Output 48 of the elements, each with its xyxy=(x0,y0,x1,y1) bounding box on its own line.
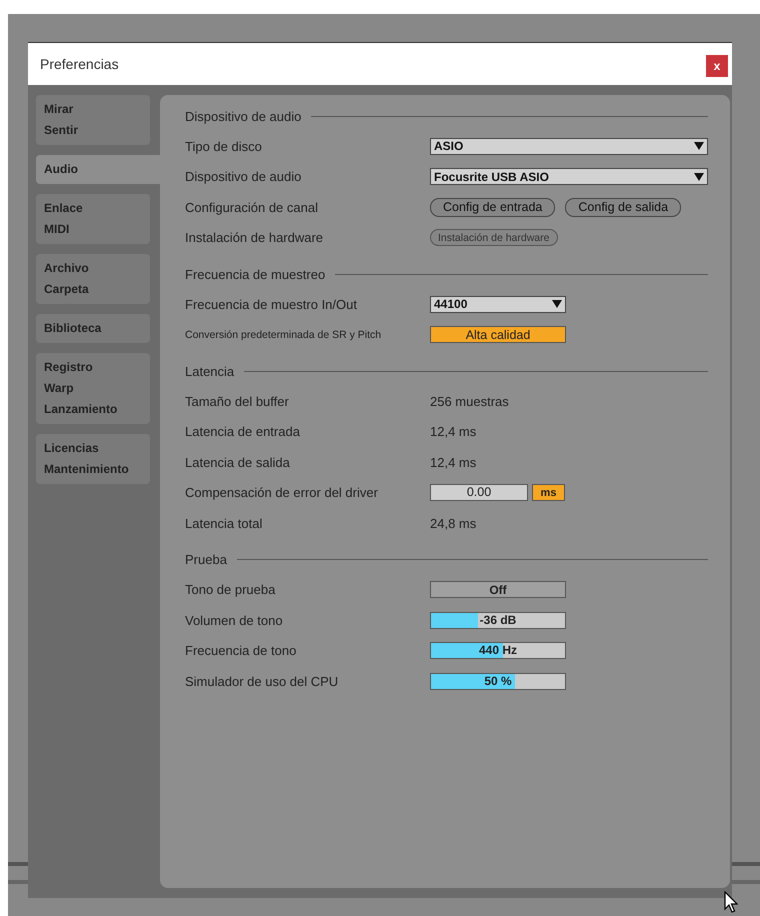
setting-label: Tono de prueba xyxy=(185,582,276,598)
value-text: 24,8 ms xyxy=(430,516,476,531)
config-button[interactable]: Config de entrada xyxy=(430,198,556,217)
section-title: Frecuencia de muestreo xyxy=(185,266,326,282)
number-field[interactable]: 0.00 xyxy=(430,484,528,502)
setting-label: Dispositivo de audio xyxy=(185,169,302,184)
setting-label: Configuración de canal xyxy=(185,200,319,215)
setting-label: Tamaño del buffer xyxy=(185,394,290,409)
sidebar-tab[interactable]: Registro Warp Lanzamiento xyxy=(36,353,150,424)
sidebar-tab[interactable]: Audio xyxy=(36,155,160,184)
dropdown-arrow-icon xyxy=(694,142,704,150)
section-title: Latencia xyxy=(185,364,234,378)
dropdown[interactable]: ASIO xyxy=(430,138,708,155)
dropdown-arrow-icon xyxy=(694,172,704,181)
value-text: 12,4 ms xyxy=(430,424,476,440)
value-text: 256 muestras xyxy=(430,394,509,409)
setting-label: Instalación de hardware xyxy=(185,230,324,246)
setting-label: Latencia de entrada xyxy=(185,424,301,440)
quality-chooser[interactable]: Alta calidad xyxy=(430,326,566,344)
sidebar-tab[interactable]: Licencias Mantenimiento xyxy=(36,434,150,484)
slider[interactable]: 50 % xyxy=(430,672,566,690)
sidebar-tab[interactable]: Archivo Carpeta xyxy=(36,254,150,304)
sidebar-tab[interactable]: Mirar Sentir xyxy=(36,95,150,145)
dropdown[interactable]: Focusrite USB ASIO xyxy=(430,168,708,186)
sidebar-tab[interactable]: Enlace MIDI xyxy=(36,194,150,244)
dropdown[interactable]: 44100 xyxy=(430,296,566,313)
dropdown-arrow-icon xyxy=(552,300,562,308)
setting-label: Frecuencia de muestro In/Out xyxy=(185,296,358,312)
slider[interactable]: -36 dB xyxy=(430,612,566,629)
setting-label: Frecuencia de tono xyxy=(185,643,298,658)
section-title: Dispositivo de audio xyxy=(185,108,302,124)
setting-label: Tipo de disco xyxy=(185,138,263,154)
setting-label: Conversión predeterminada de SR y Pitch xyxy=(185,328,382,341)
setting-label: Volumen de tono xyxy=(185,612,284,628)
window-title: Preferencias xyxy=(40,56,119,72)
section-title: Prueba xyxy=(185,552,227,567)
config-button[interactable]: Config de salida xyxy=(565,198,682,217)
setting-label: Latencia total xyxy=(185,516,264,531)
value-text: 12,4 ms xyxy=(430,454,476,470)
sidebar-tab[interactable]: Biblioteca xyxy=(36,314,150,343)
setting-label: Latencia de salida xyxy=(185,454,291,470)
slider[interactable]: 440 Hz xyxy=(430,642,566,660)
setting-label: Simulador de uso del CPU xyxy=(185,674,340,689)
unit-button[interactable]: ms xyxy=(532,484,565,502)
close-button[interactable]: x xyxy=(706,55,728,77)
mouse-cursor-icon xyxy=(724,891,738,913)
toggle-button[interactable]: Off xyxy=(430,581,566,598)
setting-label: Compensación de error del driver xyxy=(185,485,379,500)
